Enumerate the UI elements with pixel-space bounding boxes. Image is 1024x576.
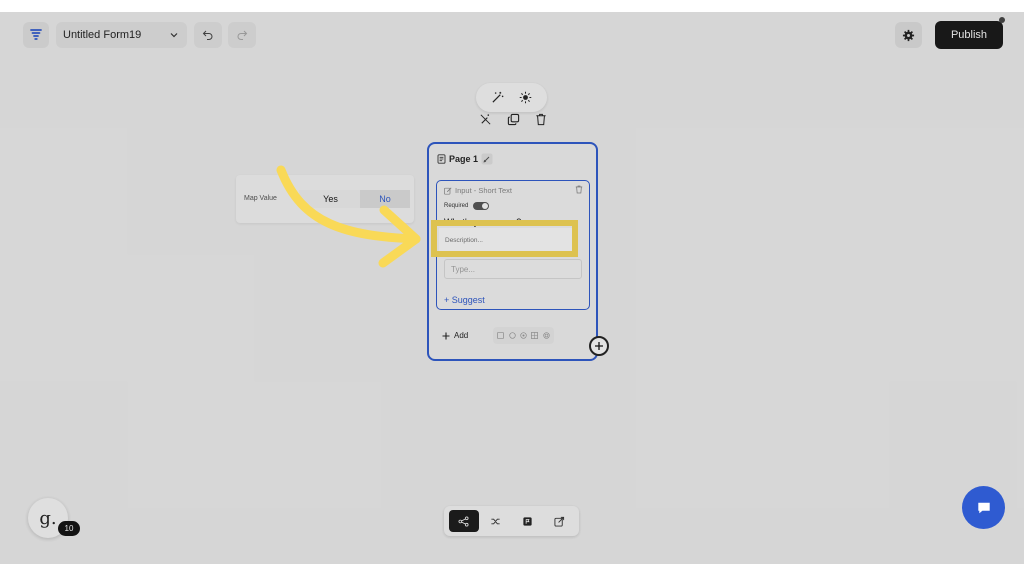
notification-count-badge: 10 — [58, 521, 80, 536]
publish-button[interactable]: Publish — [935, 21, 1003, 49]
trash-icon[interactable] — [535, 113, 547, 126]
notification-dot — [999, 17, 1005, 23]
field-type-label: Input - Short Text — [455, 186, 512, 195]
map-value-no-option[interactable]: No — [360, 190, 410, 208]
logo-icon — [29, 28, 43, 42]
grid-icon[interactable] — [531, 332, 539, 339]
radio-icon[interactable] — [520, 332, 527, 339]
flow-view-button[interactable] — [448, 510, 479, 532]
wand-off-icon[interactable] — [479, 113, 492, 126]
flag-view-button[interactable] — [512, 510, 542, 532]
form-title-dropdown[interactable]: Untitled Form19 — [56, 22, 187, 48]
gear-icon — [902, 29, 915, 42]
plus-icon — [594, 341, 604, 351]
suggest-link[interactable]: + Suggest — [444, 295, 485, 305]
chat-icon — [975, 499, 993, 517]
quick-element-icons — [493, 327, 554, 344]
answer-placeholder: Type... — [451, 264, 476, 274]
logic-view-button[interactable] — [481, 510, 511, 532]
pencil-icon[interactable] — [481, 153, 493, 165]
shuffle-icon — [490, 516, 501, 527]
plus-icon — [442, 332, 450, 340]
sun-icon[interactable] — [519, 91, 532, 104]
undo-button[interactable] — [194, 22, 222, 48]
page-header: Page 1 — [437, 153, 493, 165]
edit-icon — [444, 187, 452, 195]
view-mode-toolbar — [444, 506, 579, 536]
add-element-button[interactable]: Add — [442, 331, 468, 340]
share-icon — [458, 516, 469, 527]
redo-button[interactable] — [228, 22, 256, 48]
undo-icon — [202, 29, 214, 41]
magic-wand-icon[interactable] — [491, 91, 504, 104]
list-icon[interactable] — [509, 332, 516, 339]
redo-icon — [236, 29, 248, 41]
target-icon[interactable] — [542, 332, 550, 339]
description-highlight — [431, 220, 578, 257]
share-view-button[interactable] — [544, 510, 574, 532]
required-toggle[interactable] — [473, 202, 490, 210]
map-value-card: Map Value Yes No — [236, 175, 414, 223]
form-builder-canvas: Untitled Form19 Publish Map Value Yes No… — [0, 12, 1024, 564]
copy-icon[interactable] — [507, 113, 520, 126]
logo-button[interactable] — [23, 22, 49, 48]
add-label: Add — [454, 331, 469, 340]
settings-button[interactable] — [895, 22, 922, 48]
map-value-yes-option[interactable]: Yes — [299, 190, 362, 208]
edit-icon — [554, 516, 565, 527]
required-row: Required — [444, 202, 490, 210]
chevron-down-icon — [169, 30, 179, 40]
answer-preview-input: Type... — [444, 259, 582, 279]
field-type-row: Input - Short Text — [444, 186, 512, 195]
trash-icon[interactable] — [575, 185, 583, 194]
short-text-field-card[interactable]: Input - Short Text Required What's your … — [431, 180, 590, 310]
required-label: Required — [444, 203, 469, 209]
add-page-button[interactable] — [589, 336, 609, 356]
page-icon — [437, 154, 446, 164]
chat-launcher-button[interactable] — [962, 486, 1005, 529]
page-card[interactable]: Page 1 Input - Short Text Required What'… — [427, 142, 598, 361]
page-title: Page 1 — [449, 154, 479, 164]
edit-icon[interactable] — [497, 332, 505, 339]
block-action-toolbar — [464, 107, 562, 132]
flag-icon — [522, 516, 533, 527]
map-value-label: Map Value — [244, 195, 277, 202]
form-title: Untitled Form19 — [63, 29, 142, 41]
